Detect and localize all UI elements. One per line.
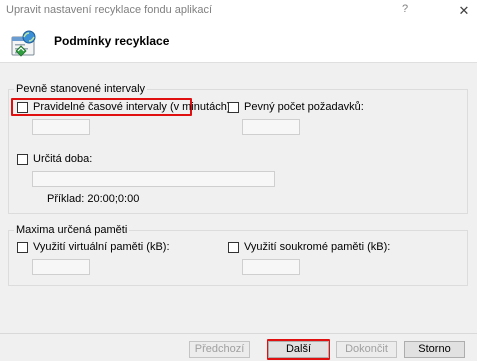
specific-time-label: Určitá doba: — [33, 153, 93, 165]
memory-limits-group-label: Maxima určená paměti — [14, 224, 130, 236]
virtual-memory-option[interactable]: Využití virtuální paměti (kB): — [17, 241, 170, 253]
cancel-button[interactable]: Storno — [404, 341, 465, 358]
private-memory-input[interactable] — [242, 259, 300, 275]
request-count-checkbox[interactable] — [228, 101, 239, 113]
memory-limits-group — [8, 230, 468, 286]
title-bar: Upravit nastavení recyklace fondu aplika… — [0, 0, 477, 22]
private-memory-option[interactable]: Využití soukromé paměti (kB): — [228, 241, 390, 253]
previous-button[interactable]: Předchozí — [189, 341, 250, 358]
regular-intervals-input[interactable] — [32, 119, 90, 135]
example-text: Příklad: 20:00;0:00 — [47, 193, 140, 205]
request-count-input[interactable] — [242, 119, 300, 135]
specific-time-option[interactable]: Určitá doba: — [17, 153, 92, 165]
window-title: Upravit nastavení recyklace fondu aplika… — [6, 4, 213, 16]
finish-button[interactable]: Dokončit — [336, 341, 397, 358]
help-button[interactable]: ? — [398, 3, 412, 19]
recycle-app-pool-icon — [11, 30, 36, 57]
virtual-memory-label: Využití virtuální paměti (kB): — [33, 241, 170, 253]
wizard-header: Podmínky recyklace — [0, 22, 477, 62]
regular-intervals-label: Pravidelné časové intervaly (v minutách)… — [33, 101, 234, 113]
virtual-memory-checkbox[interactable] — [17, 241, 28, 253]
fixed-intervals-group-label: Pevně stanovené intervaly — [14, 83, 148, 95]
page-heading: Podmínky recyklace — [54, 34, 170, 48]
virtual-memory-input[interactable] — [32, 259, 90, 275]
specific-time-input[interactable] — [32, 171, 275, 187]
close-button[interactable]: ✕ — [455, 2, 473, 20]
regular-intervals-checkbox[interactable] — [17, 101, 28, 113]
next-button[interactable]: Další — [268, 341, 329, 358]
wizard-footer: Předchozí Další Dokončit Storno — [0, 333, 477, 361]
private-memory-label: Využití soukromé paměti (kB): — [244, 241, 391, 253]
request-count-option[interactable]: Pevný počet požadavků: — [228, 101, 364, 113]
regular-intervals-option[interactable]: Pravidelné časové intervaly (v minutách)… — [17, 101, 234, 113]
request-count-label: Pevný počet požadavků: — [244, 101, 364, 113]
specific-time-checkbox[interactable] — [17, 153, 28, 165]
private-memory-checkbox[interactable] — [228, 241, 239, 253]
wizard-content: Pevně stanovené intervaly Pravidelné čas… — [0, 62, 477, 333]
